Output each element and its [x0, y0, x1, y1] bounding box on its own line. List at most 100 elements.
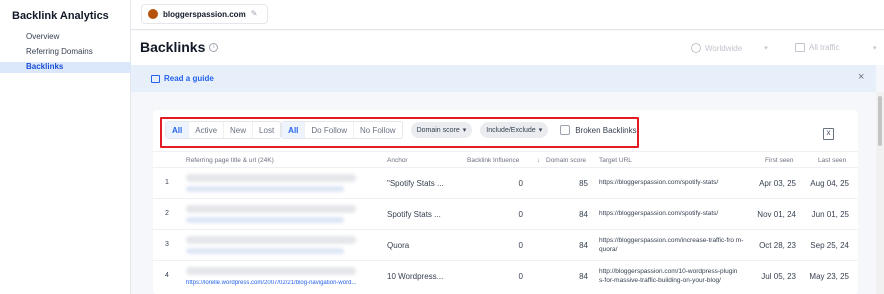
blurred-page-url [186, 217, 344, 223]
status-all[interactable]: All [166, 122, 190, 138]
status-active[interactable]: Active [189, 122, 225, 138]
table-header: Referring page title & url (24K) Anchor … [153, 151, 858, 168]
sidebar-item-referring-domains[interactable]: Referring Domains [0, 47, 131, 58]
last-seen: Aug 04, 25 [810, 179, 849, 188]
blurred-page-url [186, 186, 344, 192]
top-bar: bloggerspassion.com ✎ [131, 0, 884, 30]
row-number: 4 [165, 272, 169, 279]
broken-backlinks-label: Broken Backlinks [575, 125, 637, 135]
anchor-text: 10 Wordpress... [387, 272, 444, 281]
row-number: 2 [165, 210, 169, 217]
follow-dofollow[interactable]: Do Follow [305, 122, 354, 138]
target-url[interactable]: https://bloggerspassion.com/increase-tra… [599, 236, 744, 254]
sidebar-nav: Overview Referring Domains Backlinks [0, 32, 131, 73]
follow-filter: All Do Follow No Follow [281, 121, 403, 139]
col-anchor[interactable]: Anchor [387, 157, 408, 164]
globe-icon [691, 43, 701, 53]
backlink-influence: 0 [518, 179, 523, 188]
blurred-page-url [186, 248, 344, 254]
region-selector[interactable]: Worldwide ▾ [691, 43, 768, 53]
page-title: Backlinks [140, 39, 206, 55]
sort-arrow-icon[interactable]: ↓ [537, 157, 540, 164]
sidebar-item-overview[interactable]: Overview [0, 32, 131, 43]
blurred-page-title [186, 267, 356, 275]
app-brand: Backlink Analytics [12, 10, 109, 22]
target-url[interactable]: https://bloggerspassion.com/spotify-stat… [599, 210, 718, 217]
guide-label: Read a guide [164, 74, 214, 83]
domain-label: bloggerspassion.com [163, 9, 246, 19]
backlink-influence: 0 [518, 272, 523, 281]
domain-score-dropdown[interactable]: Domain score ▾ [410, 122, 473, 138]
table-row: 2 Spotify Stats ... 0 84 https://blogger… [153, 199, 858, 230]
broken-backlinks-toggle[interactable]: Broken Backlinks [560, 125, 637, 135]
backlink-influence: 0 [518, 241, 523, 250]
pencil-icon[interactable]: ✎ [251, 10, 259, 18]
page-scrollbar[interactable] [876, 92, 884, 294]
sidebar: Backlink Analytics Overview Referring Do… [0, 0, 131, 294]
col-domain-score[interactable]: Domain score [546, 157, 586, 164]
col-last-seen[interactable]: Last seen [818, 157, 846, 164]
sidebar-item-backlinks[interactable]: Backlinks [0, 62, 131, 73]
domain-score-label: Domain score [416, 126, 460, 134]
page-title-wrap: Backlinks i [140, 39, 219, 55]
first-seen: Jul 05, 23 [761, 272, 796, 281]
guide-banner: Read a guide × [131, 65, 876, 92]
info-icon[interactable]: i [209, 42, 219, 52]
col-backlink-influence[interactable]: Backlink Influence [467, 157, 519, 164]
chevron-down-icon: ▾ [873, 45, 877, 52]
include-exclude-label: Include/Exclude [486, 126, 536, 134]
filter-bar: All Active New Lost All Do Follow No Fol… [160, 117, 639, 148]
backlink-influence: 0 [518, 210, 523, 219]
target-url[interactable]: http://bloggerspassion.com/10-wordpress-… [599, 267, 744, 285]
status-filter: All Active New Lost [165, 121, 282, 139]
follow-nofollow[interactable]: No Follow [354, 122, 402, 138]
anchor-text: "Spotify Stats ... [387, 179, 444, 188]
table-row: 1 "Spotify Stats ... 0 85 https://blogge… [153, 168, 858, 199]
last-seen: Sep 25, 24 [810, 241, 849, 250]
include-exclude-dropdown[interactable]: Include/Exclude ▾ [480, 122, 549, 138]
read-guide-link[interactable]: Read a guide [151, 74, 214, 83]
last-seen: Jun 01, 25 [811, 210, 849, 219]
page-header: Backlinks i Worldwide ▾ All traffic ▾ [131, 31, 884, 65]
excel-export-icon[interactable]: X [823, 128, 834, 140]
chevron-down-icon: ▾ [462, 127, 467, 134]
anchor-text: Quora [387, 241, 410, 250]
follow-all[interactable]: All [282, 122, 306, 138]
region-label: Worldwide [705, 43, 743, 53]
last-seen: May 23, 25 [809, 272, 849, 281]
status-new[interactable]: New [224, 122, 254, 138]
col-target-url[interactable]: Target URL [599, 157, 632, 164]
scroll-thumb[interactable] [878, 96, 882, 146]
table-row: 3 Quora 0 84 https://bloggerspassion.com… [153, 230, 858, 261]
chevron-down-icon: ▾ [764, 45, 768, 52]
traffic-label: All traffic [809, 43, 840, 52]
first-seen: Nov 01, 24 [757, 210, 796, 219]
anchor-text: Spotify Stats ... [387, 210, 441, 219]
domain-score: 84 [579, 210, 588, 219]
target-url[interactable]: https://bloggerspassion.com/spotify-stat… [599, 179, 718, 186]
domain-score: 85 [579, 179, 588, 188]
col-first-seen[interactable]: First seen [765, 157, 794, 164]
first-seen: Apr 03, 25 [759, 179, 796, 188]
close-icon[interactable]: × [858, 71, 864, 83]
backlinks-card: All Active New Lost All Do Follow No Fol… [153, 110, 858, 294]
chevron-down-icon: ▾ [538, 127, 543, 134]
book-icon [151, 74, 160, 83]
table-row: 4 https://lorelle.wordpress.com/2007/02/… [153, 261, 858, 294]
domain-score: 84 [579, 241, 588, 250]
blurred-page-title [186, 205, 356, 213]
domain-score: 84 [579, 272, 588, 281]
col-referring-page[interactable]: Referring page title & url (24K) [186, 157, 274, 164]
row-number: 1 [165, 179, 169, 186]
blurred-page-title [186, 174, 356, 182]
row-number: 3 [165, 241, 169, 248]
traffic-icon [795, 43, 805, 52]
status-lost[interactable]: Lost [253, 122, 280, 138]
referring-page-url[interactable]: https://lorelle.wordpress.com/2007/02/21… [186, 280, 356, 286]
first-seen: Oct 28, 23 [759, 241, 796, 250]
traffic-selector[interactable]: All traffic [795, 43, 840, 52]
blurred-page-title [186, 236, 356, 244]
broken-backlinks-checkbox[interactable] [560, 125, 571, 135]
site-avatar [148, 9, 158, 19]
domain-selector[interactable]: bloggerspassion.com ✎ [141, 4, 268, 24]
